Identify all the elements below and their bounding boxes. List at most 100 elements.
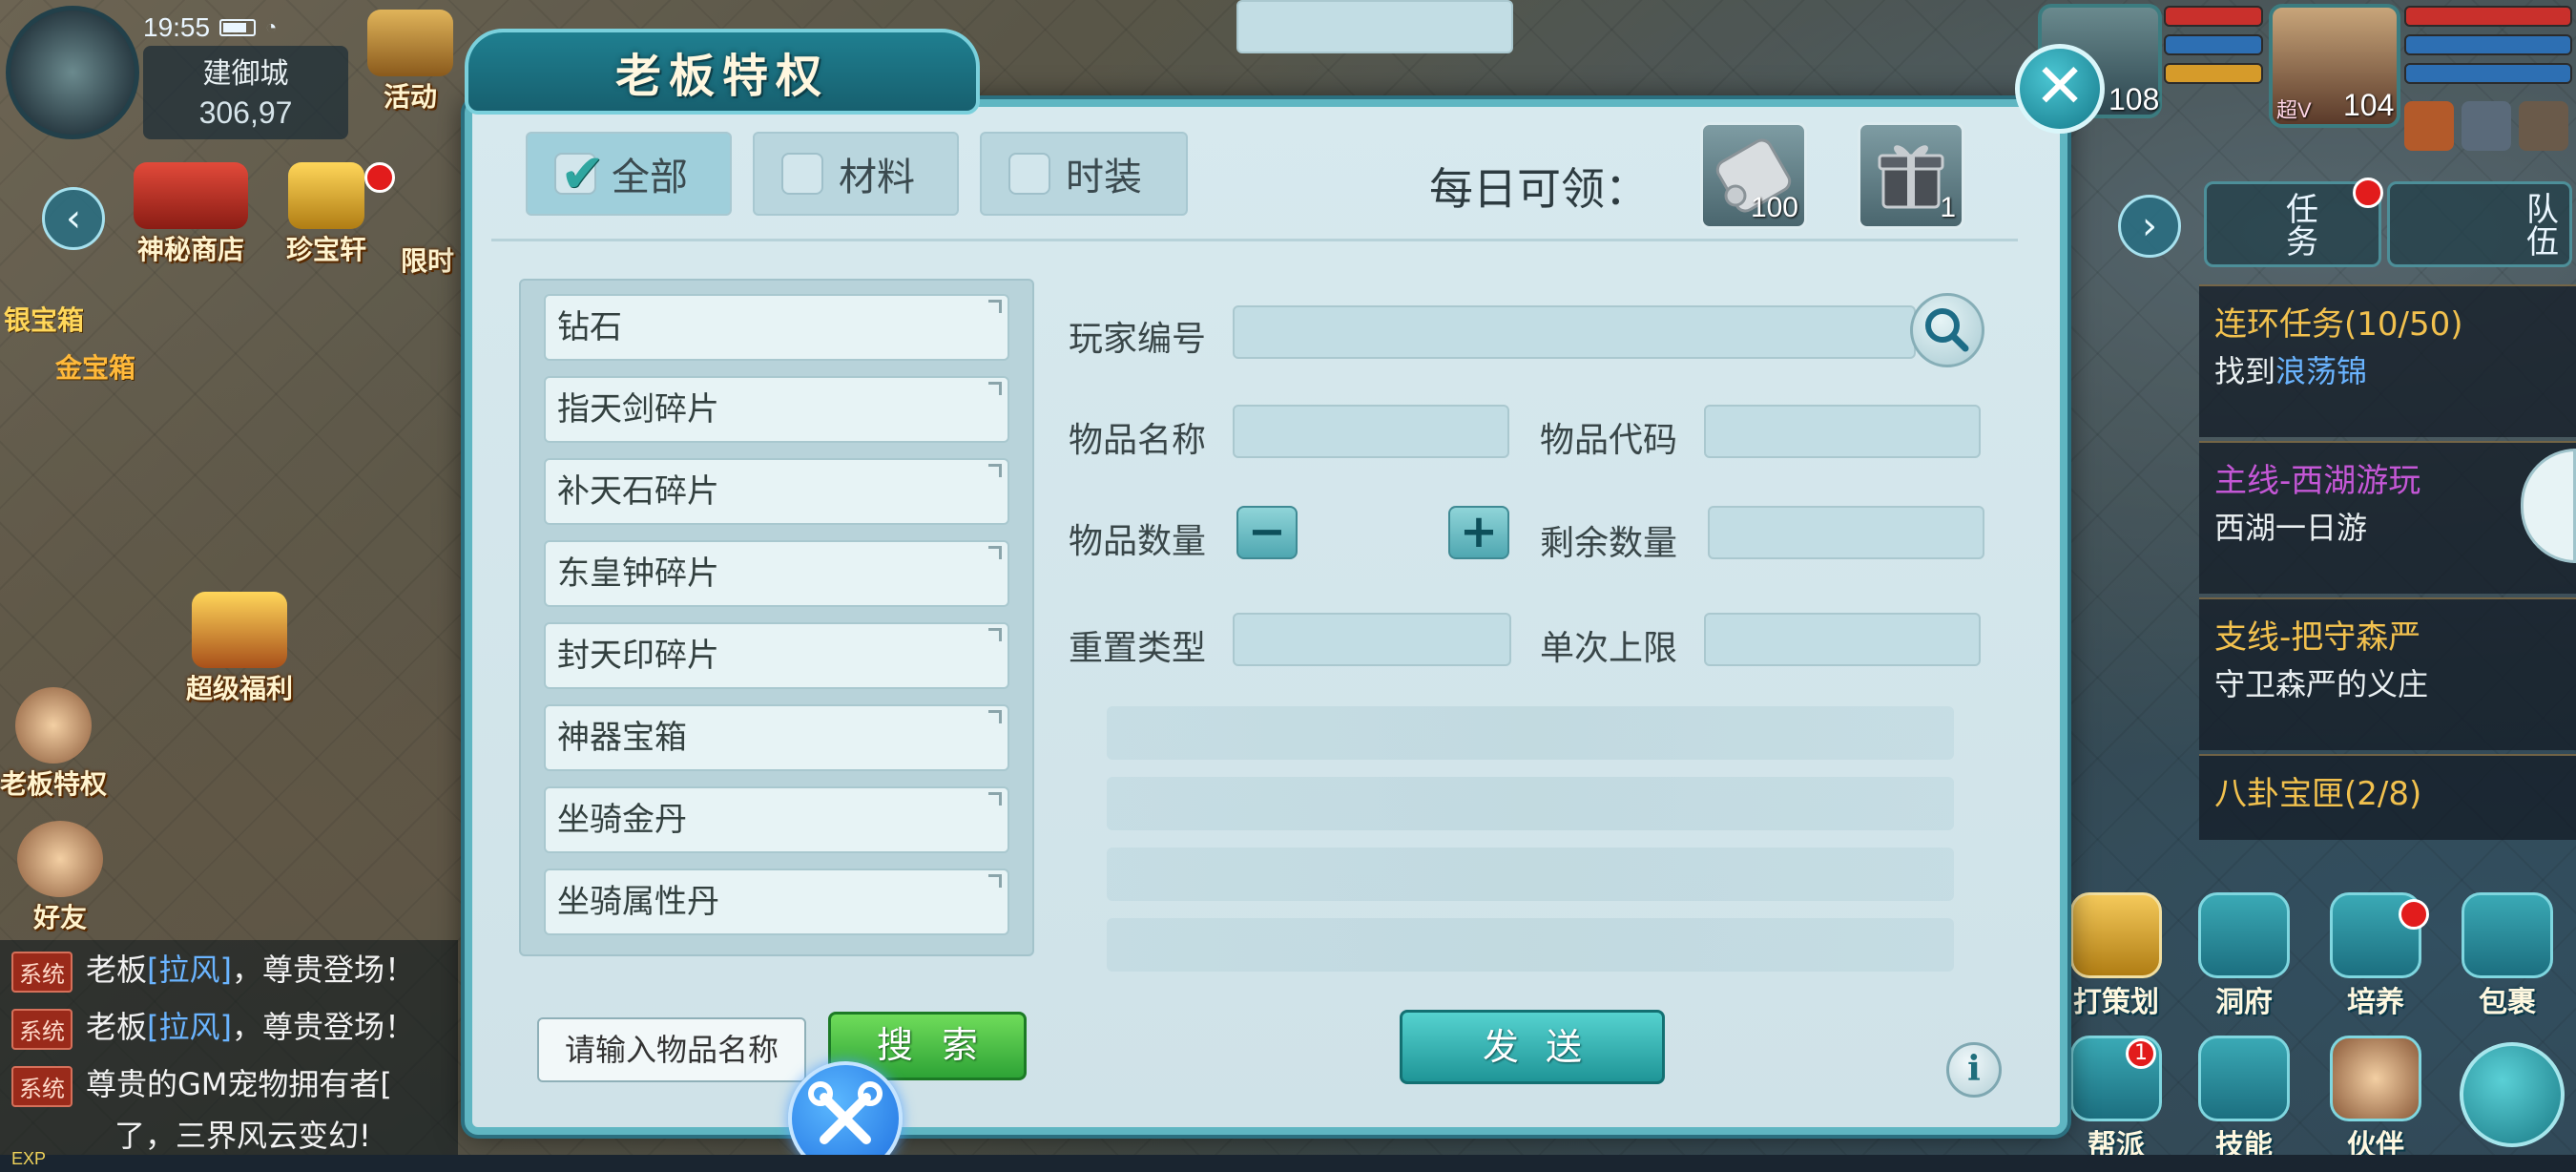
bag-button[interactable]: 包裹 (2462, 892, 2553, 1020)
mystery-shop-label: 神秘商店 (136, 234, 244, 265)
location-box[interactable]: 建御城 306,97 (143, 46, 348, 139)
item-code-label: 物品代码 (1540, 421, 1678, 460)
chat-message: 系统 老板[拉风]，尊贵登场！ (11, 946, 415, 993)
system-tag: 系统 (11, 1065, 73, 1107)
boss-privilege-button[interactable]: 老板特权 (0, 687, 107, 802)
cave-button[interactable]: 洞府 (2198, 892, 2290, 1020)
limited-time-button[interactable]: 限时 (401, 200, 454, 279)
expand-arrow-button[interactable]: › (2118, 195, 2181, 258)
clock: 19:55 (143, 12, 211, 42)
planner-button[interactable]: 打策划 (2070, 892, 2162, 1020)
list-item[interactable]: 钻石 (544, 294, 1009, 361)
item-list[interactable]: 钻石 指天剑碎片 补天石碎片 东皇钟碎片 封天印碎片 神器宝箱 坐骑金丹 坐骑属… (519, 279, 1034, 956)
boss-avatar-icon (15, 687, 92, 764)
player-search-button[interactable] (1910, 293, 1984, 367)
tab-materials-label: 材料 (839, 156, 915, 199)
auto-battle-button[interactable] (2460, 1042, 2565, 1147)
quest-desc: 西湖一日游 (2214, 510, 2368, 546)
skills-icon (2198, 1036, 2290, 1121)
buff-icon[interactable] (2519, 101, 2568, 151)
treasure-pavilion-label: 珍宝轩 (286, 234, 367, 265)
super-welfare-button[interactable]: 超级福利 (186, 592, 293, 706)
info-button[interactable]: i (1946, 1042, 2002, 1098)
list-item[interactable]: 补天石碎片 (544, 458, 1009, 525)
reset-type-label: 重置类型 (1069, 629, 1207, 668)
quest-item[interactable]: 连环任务(10/50) 找到浪荡锦 (2199, 284, 2576, 437)
decrement-button[interactable]: − (1236, 506, 1298, 559)
activity-button[interactable]: 活动 (367, 10, 453, 115)
player-link[interactable]: [拉风] (147, 1009, 232, 1045)
tab-fashion[interactable]: 时装 (980, 132, 1188, 216)
daily-item-slot[interactable]: 1 (1858, 122, 1964, 229)
increment-button[interactable]: + (1448, 506, 1509, 559)
quest-item[interactable]: 八卦宝匣(2/8) (2199, 754, 2576, 840)
partner-button[interactable]: 伙伴 (2330, 1036, 2421, 1163)
checkbox-all[interactable]: ✔ (554, 143, 605, 205)
chat-panel[interactable]: 系统 老板[拉风]，尊贵登场！ 系统 老板[拉风]，尊贵登场！ 系统 尊贵的GM宠物拥… (0, 940, 458, 1169)
item-name-input[interactable] (1233, 405, 1509, 458)
daily-item-slot[interactable]: 100 (1700, 122, 1807, 229)
quest-item[interactable]: 支线-把守森严 守卫森严的义庄 (2199, 597, 2576, 750)
pet-exp-bar (2164, 63, 2263, 84)
friends-button[interactable]: 好友 (17, 821, 103, 935)
silver-box-label: 银宝箱 (4, 304, 85, 336)
skills-button[interactable]: 技能 (2198, 1036, 2290, 1163)
task-label: 任务 (2286, 191, 2318, 262)
list-item[interactable]: 坐骑属性丹 (544, 869, 1009, 935)
player-link[interactable]: [拉风] (147, 952, 232, 988)
quest-title: 连环任务(10/50) (2214, 305, 2463, 344)
list-item[interactable]: 神器宝箱 (544, 704, 1009, 771)
wifi-icon: ◔ (265, 16, 278, 38)
daily-item-count: 100 (1750, 192, 1798, 223)
log-row (1107, 848, 1954, 901)
log-row (1107, 706, 1954, 760)
divider (491, 239, 2018, 241)
checkbox-fashion[interactable] (1008, 153, 1050, 195)
treasure-pavilion-button[interactable]: 珍宝轩 (286, 162, 366, 267)
checkbox-materials[interactable] (781, 153, 823, 195)
buff-icon[interactable] (2404, 101, 2454, 151)
pet-mp-bar (2164, 34, 2263, 55)
quest-title: 主线-西湖游玩 (2214, 462, 2421, 500)
planner-label: 打策划 (2073, 986, 2159, 1019)
player-sp-bar (2404, 63, 2572, 84)
checkmark-icon: ✔ (560, 143, 605, 205)
minimap[interactable] (6, 6, 139, 139)
boss-privilege-label: 老板特权 (0, 768, 108, 800)
notification-dot (2399, 899, 2429, 930)
reset-type-input[interactable] (1233, 613, 1511, 666)
list-item[interactable]: 东皇钟碎片 (544, 540, 1009, 607)
tab-all[interactable]: ✔ 全部 (526, 132, 732, 216)
mystery-shop-icon (134, 162, 248, 229)
buff-icon[interactable] (2462, 101, 2511, 151)
list-item[interactable]: 封天印碎片 (544, 622, 1009, 689)
bag-icon (2462, 892, 2553, 978)
quest-item[interactable]: 主线-西湖游玩 西湖一日游 (2199, 441, 2576, 594)
daily-claim-label: 每日可领： (1429, 163, 1649, 215)
list-item[interactable]: 指天剑碎片 (544, 376, 1009, 443)
item-code-input[interactable] (1704, 405, 1981, 458)
list-item[interactable]: 坐骑金丹 (544, 786, 1009, 853)
player-id-input[interactable] (1233, 305, 1916, 359)
pet-level: 108 (2109, 82, 2160, 116)
quest-desc: 找到浪荡锦 (2214, 353, 2368, 389)
chat-message: 了，三界风云变幻! (114, 1118, 371, 1154)
remaining-input[interactable] (1708, 506, 1984, 559)
plus-icon: + (1459, 505, 1499, 558)
team-tab-button[interactable]: 队伍 (2387, 181, 2572, 267)
collapse-arrow-button[interactable]: ‹ (42, 187, 105, 250)
exp-bar (0, 1155, 2576, 1172)
item-name-search-input[interactable]: 请输入物品名称 (537, 1017, 806, 1082)
quantity-input[interactable] (1236, 0, 1513, 53)
gold-box-label: 金宝箱 (55, 352, 136, 384)
mystery-shop-button[interactable]: 神秘商店 (134, 162, 248, 267)
single-limit-label: 单次上限 (1540, 629, 1678, 668)
send-button[interactable]: 发送 (1400, 1010, 1665, 1084)
single-limit-input[interactable] (1704, 613, 1981, 666)
city-name: 建御城 (202, 57, 289, 91)
quantity-label: 物品数量 (1069, 522, 1207, 561)
close-button[interactable]: ✕ (2015, 44, 2105, 134)
dialog-title-banner: 老板特权 (465, 29, 980, 115)
tab-materials[interactable]: 材料 (753, 132, 959, 216)
chat-message: 系统 尊贵的GM宠物拥有者[ (11, 1060, 392, 1107)
